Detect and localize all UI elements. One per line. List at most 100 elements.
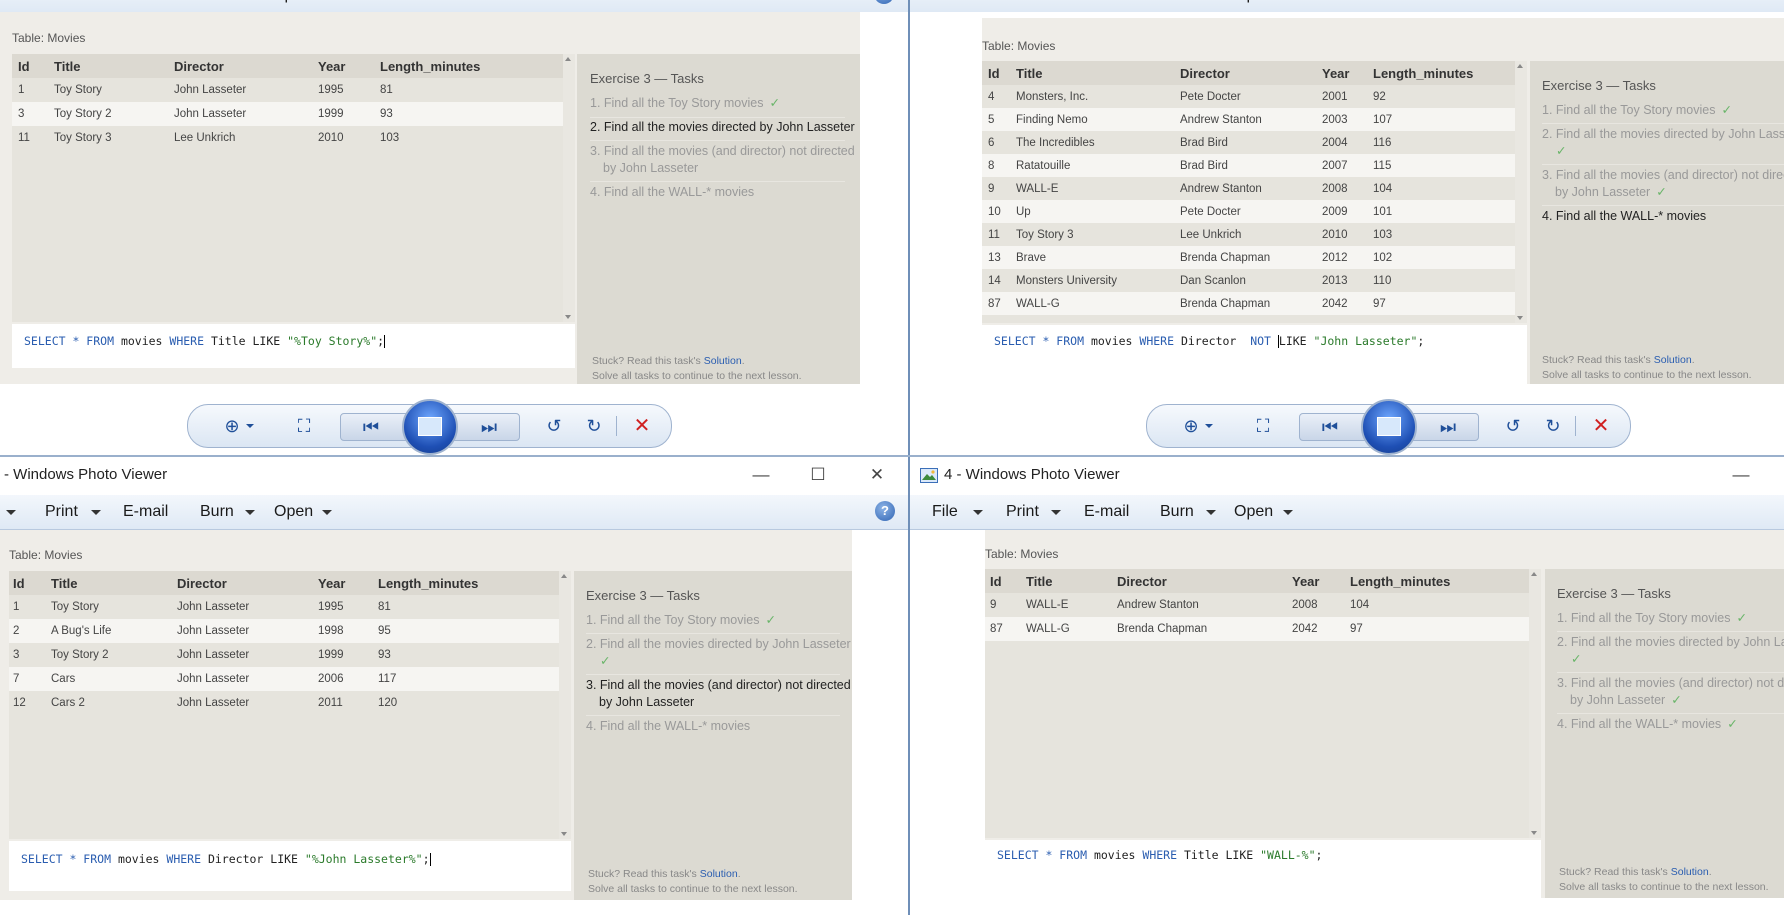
menu-email[interactable]: E-mail xyxy=(1084,503,1129,521)
query-keyword: LIKE xyxy=(252,334,288,348)
query-text: Director xyxy=(207,852,271,866)
cell-year: 2003 xyxy=(1322,114,1348,126)
query-editor[interactable]: SELECT * FROM movies WHERE Title LIKE "W… xyxy=(985,840,1541,898)
cell-id: 9 xyxy=(990,599,997,611)
table-header: Id Title Director Year Length_minutes xyxy=(12,54,563,78)
task-3: 3. Find all the movies (and director) no… xyxy=(1557,675,1784,709)
window-title: 4 - Windows Photo Viewer xyxy=(944,466,1120,483)
chevron-down-icon[interactable] xyxy=(1051,510,1061,515)
chevron-down-icon[interactable] xyxy=(6,510,16,515)
menu-print[interactable]: Print xyxy=(1006,0,1039,4)
chevron-down-icon[interactable] xyxy=(91,510,101,515)
solution-link[interactable]: Solution xyxy=(1671,866,1709,878)
zoom-icon[interactable]: ⊕ xyxy=(220,415,244,437)
query-editor[interactable]: SELECT * FROM movies WHERE Director LIKE… xyxy=(9,841,571,891)
slideshow-button[interactable] xyxy=(402,399,458,455)
cell-director: Andrew Stanton xyxy=(1117,599,1199,611)
menu-file[interactable]: File xyxy=(932,0,958,4)
menu-burn[interactable]: Burn xyxy=(1160,0,1194,4)
query-keyword: LIKE xyxy=(270,852,305,866)
rotate-left-icon[interactable]: ↺ xyxy=(542,415,566,437)
close-button[interactable]: ✕ xyxy=(857,461,897,489)
menu-open[interactable]: Open xyxy=(1234,503,1273,521)
task-text: 2. Find all the movies directed by John … xyxy=(1557,635,1784,649)
menu-open[interactable]: Open xyxy=(272,0,311,4)
menu-burn[interactable]: Burn xyxy=(1160,503,1194,521)
fit-window-icon[interactable]: ⛶ xyxy=(1251,415,1275,437)
chevron-down-icon[interactable] xyxy=(1205,424,1213,428)
divider xyxy=(1557,631,1784,632)
menu-file[interactable]: File xyxy=(932,503,958,521)
cell-year: 1999 xyxy=(318,649,344,661)
query-editor[interactable]: SELECT * FROM movies WHERE Director NOT … xyxy=(982,325,1527,384)
delete-icon[interactable]: ✕ xyxy=(630,415,654,437)
divider xyxy=(590,181,845,182)
tasks-panel: Exercise 3 — Tasks 1. Find all the Toy S… xyxy=(577,54,860,384)
chevron-down-icon[interactable] xyxy=(1283,510,1293,515)
cell-title: Toy Story 3 xyxy=(54,132,112,144)
menu-print[interactable]: Print xyxy=(45,503,78,521)
next-icon[interactable]: ⏭ xyxy=(1436,416,1460,438)
chevron-down-icon[interactable] xyxy=(245,510,255,515)
cell-director: John Lasseter xyxy=(177,673,250,685)
toolbar-separator xyxy=(616,416,617,436)
delete-icon[interactable]: ✕ xyxy=(1589,415,1613,437)
table-row: 1 Toy Story John Lasseter 1995 81 xyxy=(12,78,563,102)
minimize-button[interactable]: — xyxy=(741,461,781,489)
table-scrollbar[interactable] xyxy=(1515,61,1527,323)
menu-open[interactable]: Open xyxy=(1234,0,1273,4)
help-icon[interactable]: ? xyxy=(875,501,895,521)
title-bar: - Windows Photo Viewer — ☐ ✕ xyxy=(0,457,908,495)
query-keyword: LIKE xyxy=(1278,334,1314,348)
menu-email[interactable]: E-mail xyxy=(122,0,167,4)
rotate-right-icon[interactable]: ↻ xyxy=(582,415,606,437)
menu-burn[interactable]: Burn xyxy=(200,503,234,521)
cell-title: WALL-E xyxy=(1016,183,1059,195)
query-editor[interactable]: SELECT * FROM movies WHERE Title LIKE "%… xyxy=(12,324,575,368)
maximize-button[interactable]: ☐ xyxy=(798,461,838,489)
chevron-down-icon[interactable] xyxy=(246,424,254,428)
chevron-down-icon[interactable] xyxy=(1206,510,1216,515)
menu-burn[interactable]: Burn xyxy=(200,0,234,4)
chevron-down-icon[interactable] xyxy=(322,510,332,515)
text-caret xyxy=(384,335,386,348)
task-1: 1. Find all the Toy Story movies ✓ xyxy=(1542,102,1732,119)
table-row: 5 Finding Nemo Andrew Stanton 2003 107 xyxy=(982,108,1515,131)
cell-title: A Bug's Life xyxy=(51,625,112,637)
table-row: 87 WALL-G Brenda Chapman 2042 97 xyxy=(982,292,1515,315)
query-text: movies xyxy=(1090,334,1140,348)
solution-link[interactable]: Solution xyxy=(700,868,738,880)
zoom-icon[interactable]: ⊕ xyxy=(1179,415,1203,437)
table-scrollbar[interactable] xyxy=(563,54,575,322)
menu-email[interactable]: E-mail xyxy=(1082,0,1127,4)
col-director: Director xyxy=(1180,66,1230,81)
query-text: movies xyxy=(1093,848,1143,862)
table-scrollbar[interactable] xyxy=(1529,569,1541,838)
cell-id: 9 xyxy=(988,183,995,195)
chevron-down-icon[interactable] xyxy=(973,510,983,515)
menu-print[interactable]: Print xyxy=(1006,503,1039,521)
slideshow-button[interactable] xyxy=(1361,399,1417,455)
menu-email[interactable]: E-mail xyxy=(123,503,168,521)
menu-print[interactable]: Print xyxy=(48,0,81,4)
help-icon[interactable]: ? xyxy=(874,0,894,4)
tasks-panel: Exercise 3 — Tasks 1. Find all the Toy S… xyxy=(574,571,852,900)
col-title: Title xyxy=(1016,66,1043,81)
task-2: 2. Find all the movies directed by John … xyxy=(590,119,855,136)
table-row: 4 Monsters, Inc. Pete Docter 2001 92 xyxy=(982,85,1515,108)
previous-icon[interactable]: ⏮ xyxy=(359,416,383,438)
previous-icon[interactable]: ⏮ xyxy=(1318,416,1342,438)
rotate-right-icon[interactable]: ↻ xyxy=(1541,415,1565,437)
cell-length: 97 xyxy=(1350,623,1363,635)
maximize-button[interactable]: ☐ xyxy=(1772,461,1784,489)
minimize-button[interactable]: — xyxy=(1721,461,1761,489)
menu-open[interactable]: Open xyxy=(274,503,313,521)
rotate-left-icon[interactable]: ↺ xyxy=(1501,415,1525,437)
fit-window-icon[interactable]: ⛶ xyxy=(292,415,316,437)
table-caption: Table: Movies xyxy=(982,39,1056,53)
cell-year: 2008 xyxy=(1322,183,1348,195)
solution-link[interactable]: Solution xyxy=(1654,354,1692,366)
next-icon[interactable]: ⏭ xyxy=(477,416,501,438)
solution-link[interactable]: Solution xyxy=(704,355,742,367)
table-scrollbar[interactable] xyxy=(559,571,571,839)
